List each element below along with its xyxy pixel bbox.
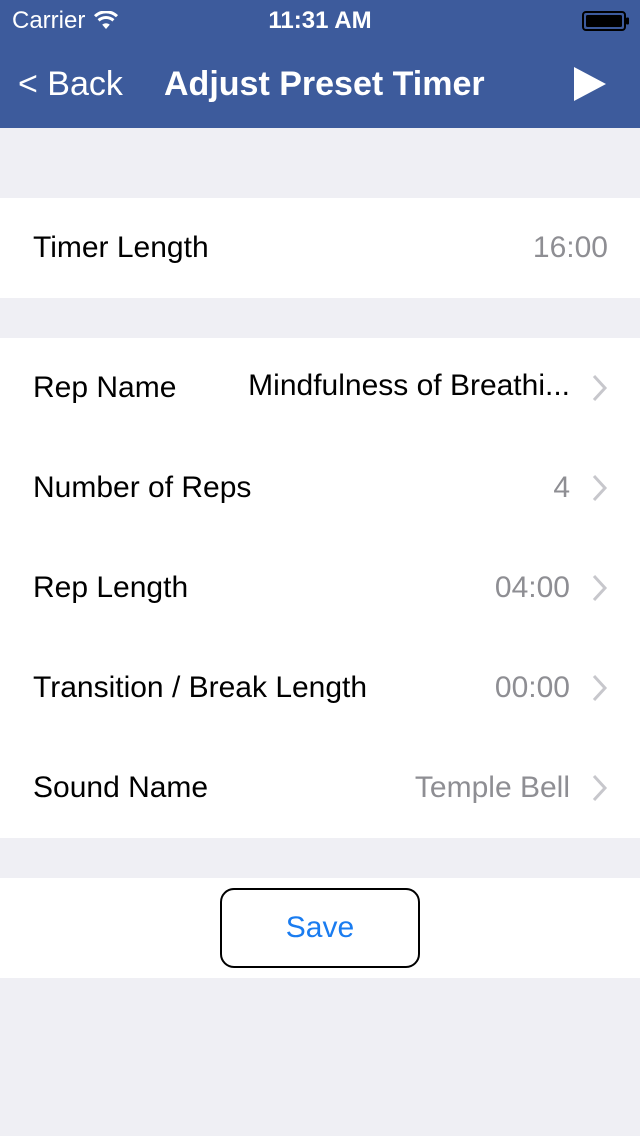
chevron-right-icon	[592, 374, 608, 402]
chevron-right-icon	[592, 774, 608, 802]
rep-name-row[interactable]: Rep Name Mindfulness of Breathi...	[0, 338, 640, 438]
sound-name-row[interactable]: Sound Name Temple Bell	[0, 738, 640, 838]
chevron-right-icon	[592, 474, 608, 502]
page-title: Adjust Preset Timer	[164, 65, 485, 103]
rep-length-row[interactable]: Rep Length 04:00	[0, 538, 640, 638]
play-icon[interactable]	[572, 66, 608, 102]
status-bar: Carrier 11:31 AM	[0, 0, 640, 40]
timer-length-value: 16:00	[532, 231, 608, 264]
number-of-reps-label: Number of Reps	[33, 471, 252, 504]
save-section: Save	[0, 878, 640, 978]
timer-length-row: Timer Length 16:00	[0, 198, 640, 298]
rep-length-value: 04:00	[494, 571, 570, 604]
navigation-header: Carrier 11:31 AM < Back Adjust Preset Ti…	[0, 0, 640, 128]
sound-name-label: Sound Name	[33, 771, 209, 804]
nav-bar: < Back Adjust Preset Timer	[0, 40, 640, 128]
transition-length-row[interactable]: Transition / Break Length 00:00	[0, 638, 640, 738]
status-time: 11:31 AM	[268, 7, 372, 34]
timer-length-section: Timer Length 16:00	[0, 198, 640, 298]
sound-name-value: Temple Bell	[414, 771, 570, 804]
timer-length-label: Timer Length	[33, 231, 209, 264]
back-button[interactable]: < Back	[18, 64, 123, 104]
rep-name-value: Mindfulness of Breathi...	[248, 369, 570, 402]
number-of-reps-value: 4	[553, 471, 570, 504]
number-of-reps-row[interactable]: Number of Reps 4	[0, 438, 640, 538]
save-button[interactable]: Save	[220, 888, 420, 968]
rep-name-label: Rep Name	[33, 371, 177, 404]
rep-settings-section: Rep Name Mindfulness of Breathi... Numbe…	[0, 338, 640, 838]
chevron-right-icon	[592, 574, 608, 602]
transition-length-value: 00:00	[494, 671, 570, 704]
rep-length-label: Rep Length	[33, 571, 189, 604]
battery-full-icon	[582, 11, 629, 31]
transition-length-label: Transition / Break Length	[33, 671, 368, 704]
chevron-right-icon	[592, 674, 608, 702]
